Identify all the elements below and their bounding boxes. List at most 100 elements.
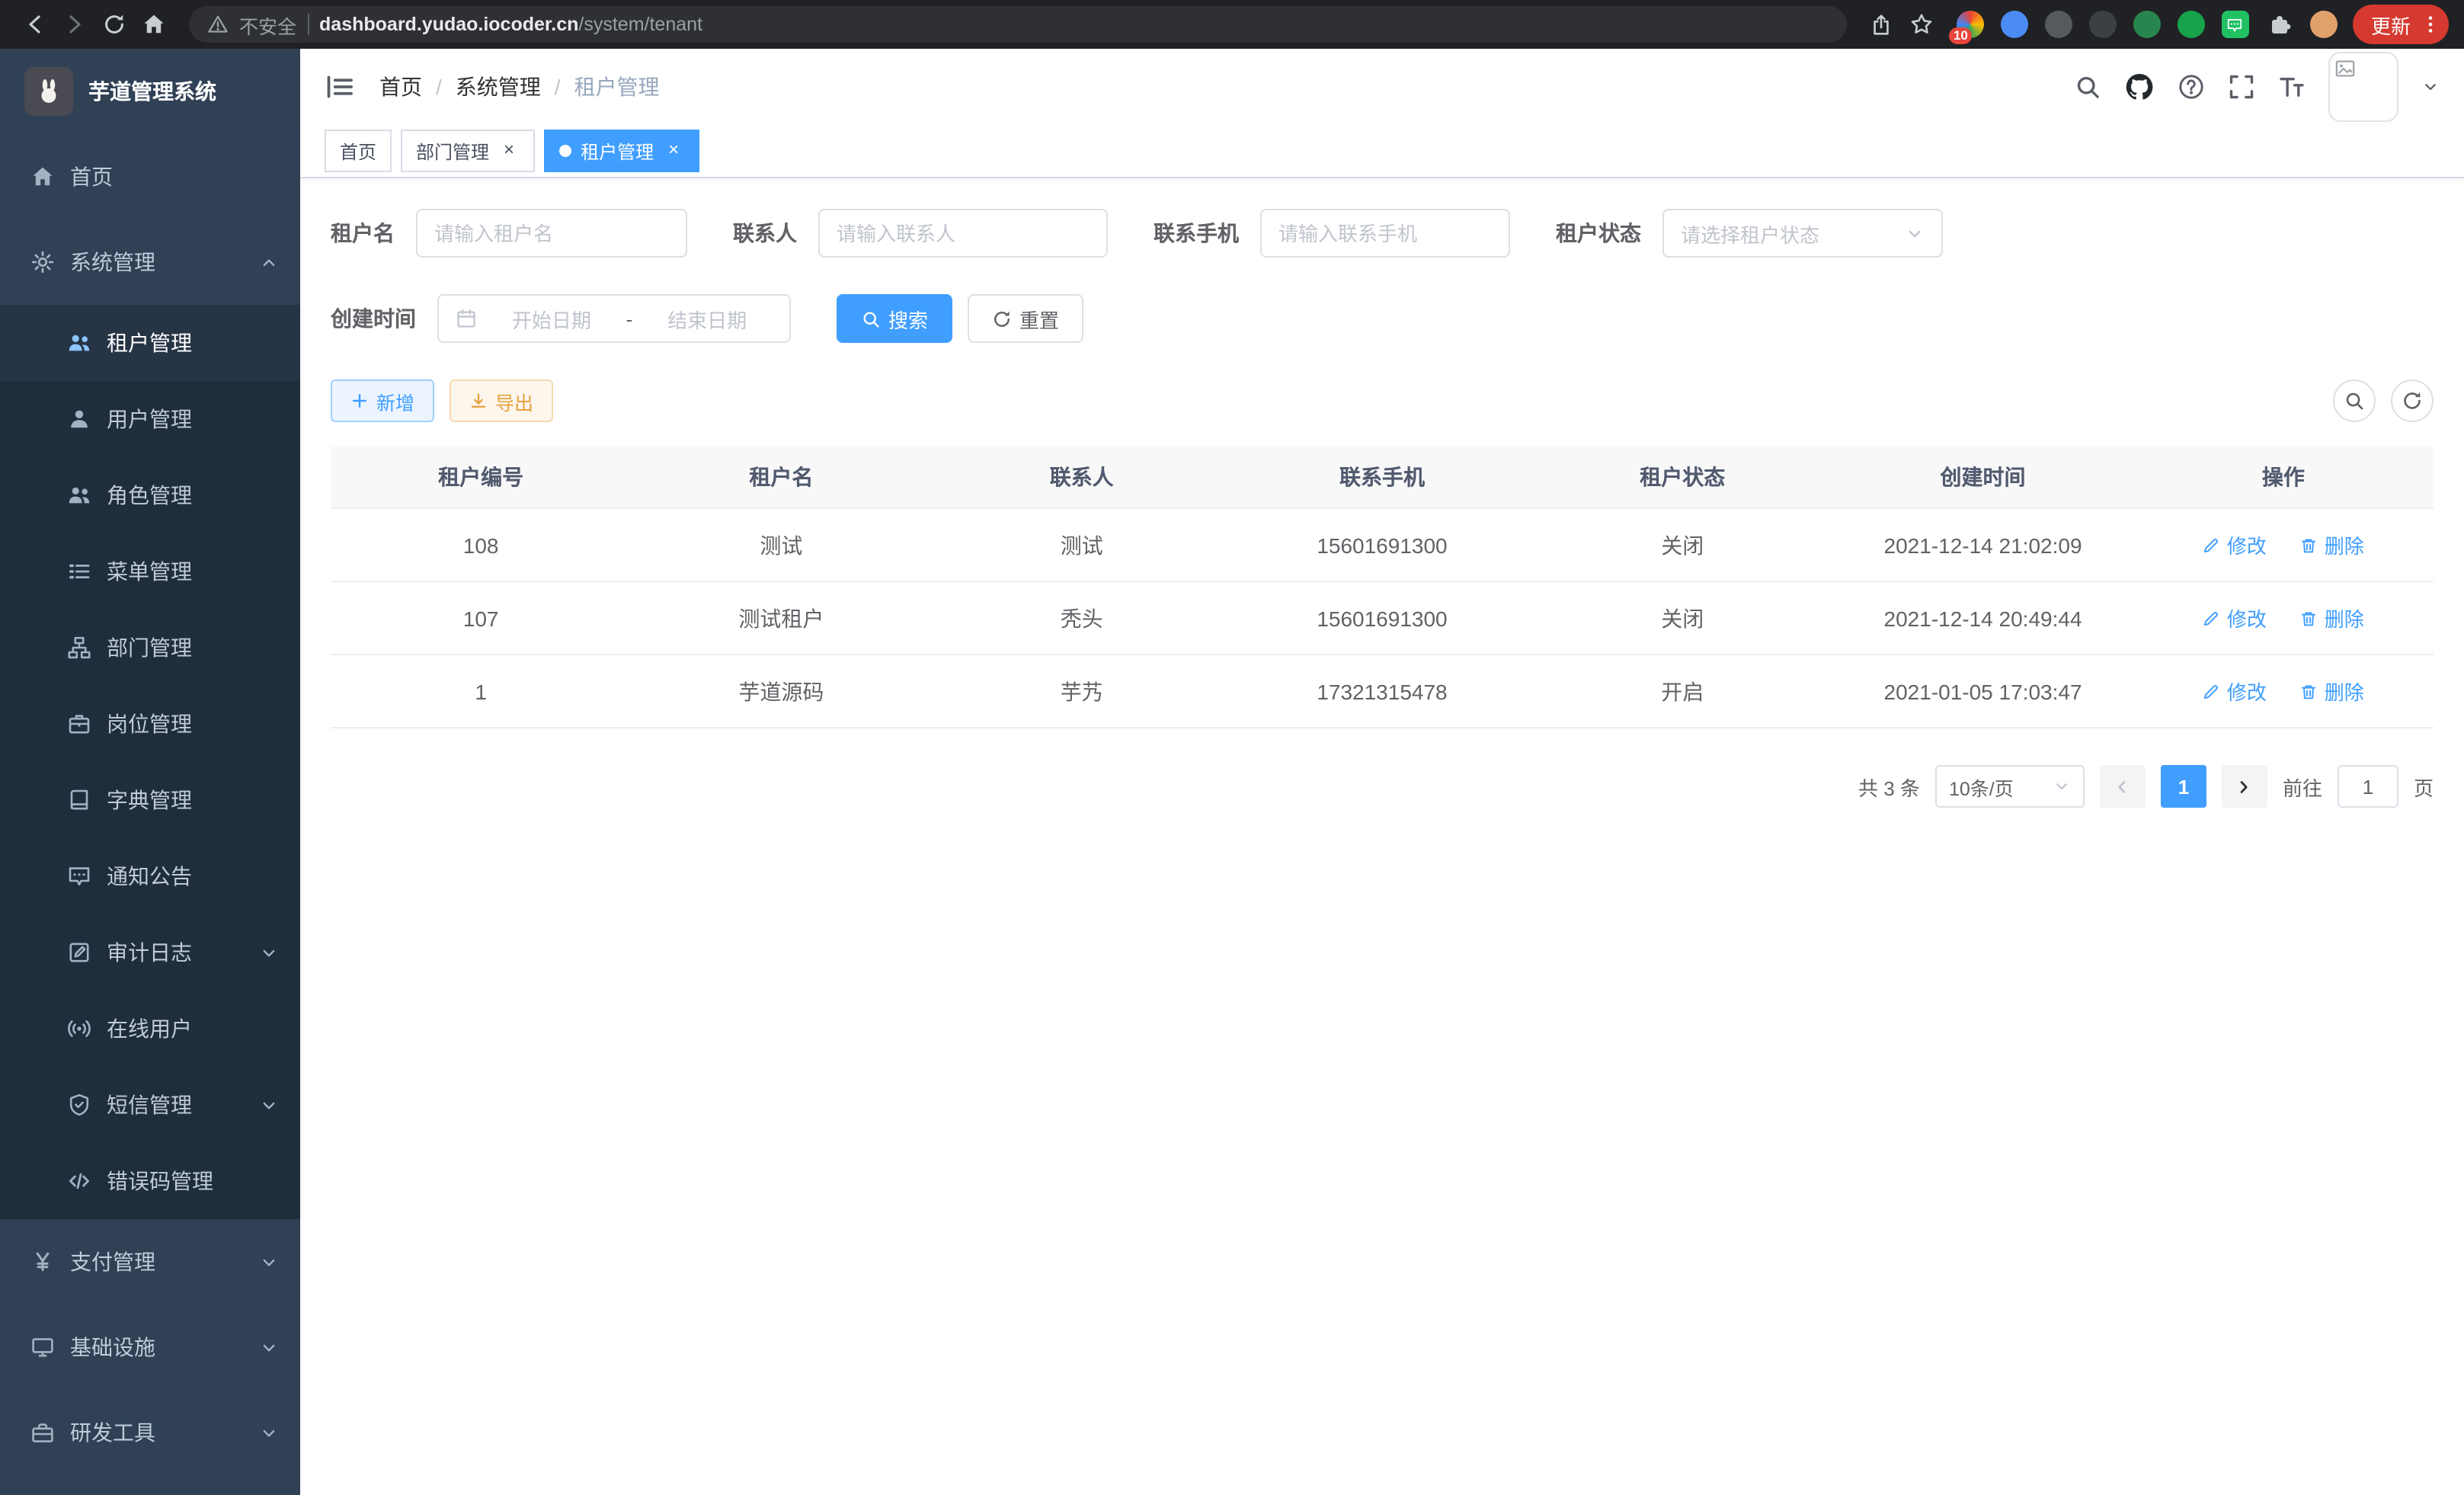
sidebar-item-dept[interactable]: 部门管理: [0, 610, 300, 686]
edit-link[interactable]: 修改: [2203, 677, 2267, 706]
sidebar-item-dict[interactable]: 字典管理: [0, 762, 300, 838]
close-icon[interactable]: ×: [663, 140, 684, 162]
extension-dark-icon[interactable]: [2089, 11, 2117, 38]
menu-dots-icon[interactable]: [2420, 14, 2441, 35]
breadcrumb-home[interactable]: 首页: [379, 72, 422, 102]
sidebar-item-notice[interactable]: 通知公告: [0, 838, 300, 914]
search-button[interactable]: 搜索: [837, 294, 952, 343]
edit-link[interactable]: 修改: [2203, 603, 2267, 632]
sidebar-collapse-button[interactable]: [325, 72, 355, 102]
cell-id: 107: [331, 581, 631, 655]
create-time-label: 创建时间: [331, 303, 416, 334]
tag-tenant[interactable]: 租户管理 ×: [544, 130, 699, 172]
users-icon: [67, 483, 91, 507]
add-button[interactable]: 新增: [331, 379, 434, 422]
url-text[interactable]: dashboard.yudao.iocoder.cn/system/tenant: [319, 14, 702, 35]
date-separator: -: [626, 307, 633, 330]
sidebar-item-system[interactable]: 系统管理: [0, 219, 300, 305]
browser-home-icon: [142, 12, 166, 37]
toggle-search-button[interactable]: [2333, 379, 2376, 422]
reset-button[interactable]: 重置: [968, 294, 1083, 343]
profile-avatar-icon[interactable]: [2310, 11, 2338, 38]
cell-status: 关闭: [1532, 508, 1832, 581]
sidebar-item-user[interactable]: 用户管理: [0, 381, 300, 457]
browser-forward-button[interactable]: [55, 5, 94, 44]
sidebar-item-online-users[interactable]: 在线用户: [0, 991, 300, 1067]
mobile-input[interactable]: [1278, 222, 1492, 245]
avatar-dropdown-button[interactable]: [2421, 78, 2440, 96]
date-start-placeholder[interactable]: 开始日期: [486, 304, 617, 333]
sidebar-item-label: 短信管理: [107, 1090, 244, 1120]
help-button[interactable]: [2178, 73, 2205, 101]
header-search-button[interactable]: [2074, 73, 2101, 101]
font-size-button[interactable]: [2278, 73, 2306, 101]
browser-back-button[interactable]: [15, 5, 55, 44]
app-logo-row[interactable]: 芋道管理系统: [0, 49, 300, 134]
export-button[interactable]: 导出: [450, 379, 553, 422]
url-host: dashboard.yudao.iocoder.cn: [319, 14, 578, 35]
filter-row-2: 创建时间 开始日期 - 结束日期 搜索 重置: [331, 294, 2434, 343]
delete-link[interactable]: 删除: [2300, 603, 2364, 632]
chevron-down-icon: [2053, 777, 2071, 796]
breadcrumb-current: 租户管理: [574, 72, 660, 102]
extension-globe-icon[interactable]: [2045, 11, 2072, 38]
extension-green-icon[interactable]: [2133, 11, 2161, 38]
export-button-label: 导出: [495, 386, 533, 415]
col-header-created: 创建时间: [1832, 447, 2133, 508]
tag-home[interactable]: 首页: [325, 130, 392, 172]
breadcrumb-system[interactable]: 系统管理: [456, 72, 541, 102]
tenant-name-input[interactable]: [434, 222, 669, 245]
delete-link[interactable]: 删除: [2300, 530, 2364, 559]
page-size-select[interactable]: 10条/页: [1935, 765, 2085, 808]
address-bar[interactable]: 不安全 dashboard.yudao.iocoder.cn/system/te…: [189, 6, 1847, 43]
page-1-button[interactable]: 1: [2161, 765, 2206, 808]
fullscreen-button[interactable]: [2228, 73, 2255, 101]
date-range-picker[interactable]: 开始日期 - 结束日期: [437, 294, 791, 343]
bookmark-button[interactable]: [1902, 5, 1941, 44]
delete-link[interactable]: 删除: [2300, 677, 2364, 706]
next-page-button[interactable]: [2222, 765, 2267, 808]
sidebar-item-home[interactable]: 首页: [0, 134, 300, 219]
sidebar-item-post[interactable]: 岗位管理: [0, 686, 300, 762]
browser-home-button[interactable]: [134, 5, 174, 44]
refresh-table-button[interactable]: [2391, 379, 2434, 422]
sidebar-item-infrastructure[interactable]: 基础设施: [0, 1305, 300, 1390]
extension-blue-icon[interactable]: [2001, 11, 2028, 38]
sidebar-item-payment[interactable]: 支付管理: [0, 1219, 300, 1305]
star-icon: [1909, 12, 1934, 37]
browser-reload-button[interactable]: [94, 5, 134, 44]
browser-update-button[interactable]: 更新: [2353, 5, 2449, 44]
github-link[interactable]: [2124, 72, 2155, 102]
app-title: 芋道管理系统: [88, 76, 216, 107]
contact-input[interactable]: [837, 222, 1090, 245]
sidebar-item-tenant[interactable]: 租户管理: [0, 305, 300, 381]
sidebar-item-label: 审计日志: [107, 937, 244, 968]
date-end-placeholder[interactable]: 结束日期: [642, 304, 773, 333]
sidebar-item-role[interactable]: 角色管理: [0, 457, 300, 533]
close-icon[interactable]: ×: [498, 140, 520, 162]
extension-colorful-icon[interactable]: 10: [1957, 11, 1984, 38]
security-label[interactable]: 不安全: [239, 10, 296, 39]
prev-page-button[interactable]: [2100, 765, 2146, 808]
extension-chat-icon[interactable]: [2222, 11, 2249, 38]
sidebar-item-audit-log[interactable]: 审计日志: [0, 914, 300, 991]
cell-contact: 测试: [932, 508, 1232, 581]
browser-share-button[interactable]: [1862, 5, 1902, 44]
back-icon: [23, 12, 47, 37]
sidebar-item-dev-tools[interactable]: 研发工具: [0, 1390, 300, 1475]
edit-icon: [2203, 682, 2221, 700]
sidebar-item-label: 租户管理: [107, 328, 279, 358]
sidebar-item-sms[interactable]: 短信管理: [0, 1067, 300, 1143]
screen: 不安全 dashboard.yudao.iocoder.cn/system/te…: [0, 0, 2464, 1495]
edit-link[interactable]: 修改: [2203, 530, 2267, 559]
sidebar-item-menu[interactable]: 菜单管理: [0, 533, 300, 610]
extensions-puzzle-icon[interactable]: [2266, 11, 2293, 38]
goto-page-input[interactable]: [2338, 765, 2398, 808]
extension-green-check-icon[interactable]: [2178, 11, 2205, 38]
user-avatar[interactable]: [2328, 52, 2398, 122]
sidebar-item-label: 字典管理: [107, 785, 279, 815]
status-select[interactable]: 请选择租户状态: [1662, 209, 1943, 258]
tag-dept[interactable]: 部门管理 ×: [401, 130, 535, 172]
sidebar-item-error-code[interactable]: 错误码管理: [0, 1143, 300, 1219]
sidebar-item-label: 岗位管理: [107, 709, 279, 739]
